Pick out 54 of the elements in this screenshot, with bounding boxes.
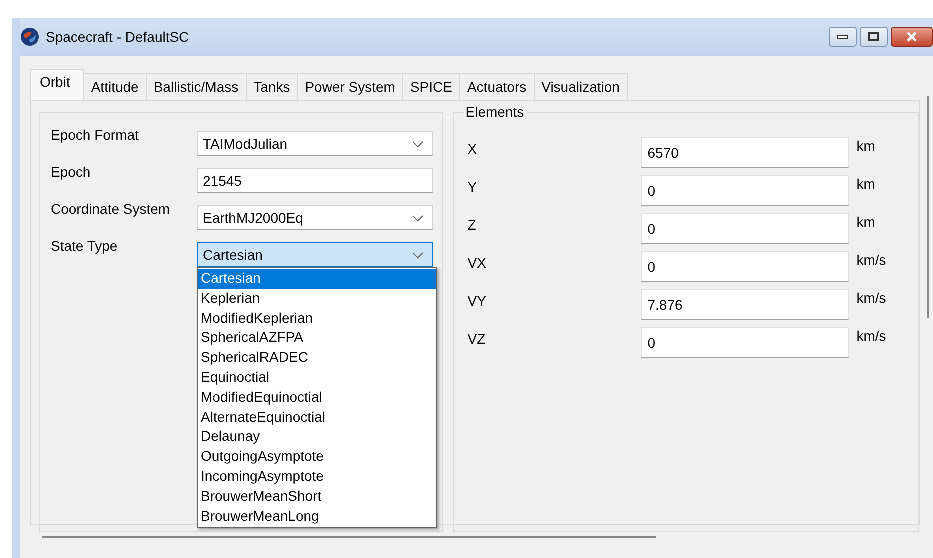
element-label: VY — [468, 292, 488, 309]
dropdown-option[interactable]: AlternateEquinoctial — [198, 408, 436, 428]
dropdown-option[interactable]: SphericalRADEC — [198, 348, 436, 368]
dropdown-option[interactable]: IncomingAsymptote — [198, 466, 436, 487]
input-field[interactable]: 7.876 — [640, 289, 849, 320]
caret-icon — [412, 214, 424, 222]
element-label: Y — [468, 178, 478, 195]
field-label: State Type — [51, 237, 119, 254]
minimize-icon — [837, 34, 849, 40]
dropdown-option[interactable]: Equinoctial — [198, 368, 436, 388]
unit-label: km — [856, 175, 876, 192]
dropdown-option[interactable]: Delaunay — [198, 427, 436, 448]
dropdown-option[interactable]: SphericalAZFPA — [198, 328, 436, 348]
dropdown-option[interactable]: OutgoingAsymptote — [198, 447, 436, 467]
unit-label: km/s — [856, 251, 886, 268]
dropdown-option[interactable]: Cartesian — [198, 269, 436, 289]
field-label: Epoch — [51, 163, 92, 180]
field-label: Epoch Format — [51, 126, 140, 143]
input-field[interactable]: 21545 — [197, 168, 433, 193]
dropdown[interactable]: TAIModJulian — [197, 131, 433, 156]
planet-icon — [20, 27, 40, 47]
input-field[interactable]: 0 — [640, 175, 849, 206]
close-icon — [906, 32, 918, 42]
input-field[interactable]: 0 — [640, 327, 849, 358]
dropdown-option[interactable]: BrouwerMeanLong — [198, 506, 436, 526]
dropdown-option[interactable]: ModifiedEquinoctial — [198, 388, 436, 408]
element-label: X — [468, 140, 478, 157]
maximize-icon — [868, 32, 880, 42]
input-field[interactable]: 6570 — [640, 137, 849, 168]
dropdown-option[interactable]: Keplerian — [198, 288, 436, 309]
unit-label: km/s — [856, 289, 886, 306]
unit-label: km — [856, 137, 876, 154]
element-label: VX — [468, 254, 488, 271]
unit-label: km/s — [856, 327, 886, 344]
close-button[interactable] — [891, 27, 933, 47]
input-field[interactable]: 0 — [640, 251, 849, 282]
window-title: Spacecraft - DefaultSC — [46, 29, 190, 45]
scrollbar[interactable] — [42, 536, 656, 538]
caret-icon — [412, 140, 424, 148]
element-label: VZ — [468, 330, 487, 347]
tab[interactable]: Visualization — [534, 73, 628, 100]
group-title: Elements — [464, 104, 526, 120]
unit-label: km — [856, 213, 876, 230]
dropdown-option[interactable]: BrouwerMeanShort — [198, 486, 436, 507]
tab[interactable]: Orbit — [30, 69, 84, 100]
field-label: Coordinate System — [51, 200, 172, 217]
maximize-button[interactable] — [860, 27, 888, 47]
dropdown-option[interactable]: ModifiedKeplerian — [198, 308, 436, 328]
input-field[interactable]: 0 — [640, 213, 849, 244]
minimize-button[interactable] — [829, 27, 857, 47]
caret-icon — [412, 250, 424, 258]
element-label: Z — [468, 216, 478, 233]
dropdown[interactable]: EarthMJ2000Eq — [197, 205, 433, 230]
scrollbar[interactable] — [927, 96, 929, 318]
